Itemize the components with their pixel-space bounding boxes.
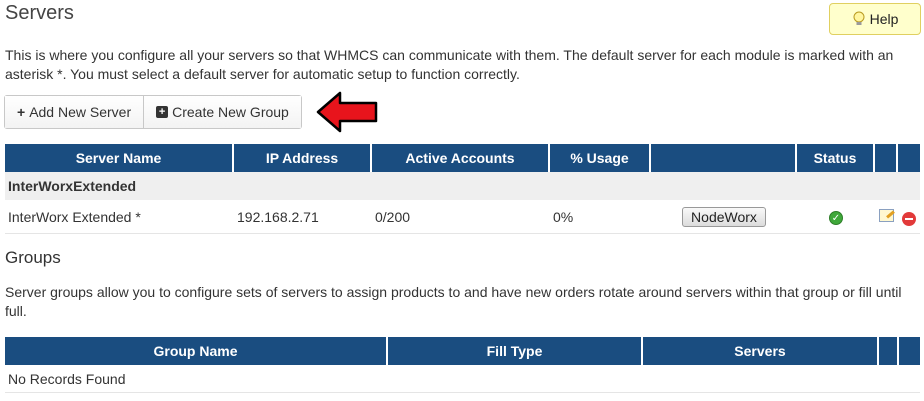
action-button-group: + Add New Server + Create New Group (4, 95, 302, 129)
col-ip-address[interactable]: IP Address (234, 144, 372, 172)
plus-icon: + (17, 104, 26, 120)
col-delete (898, 144, 920, 172)
create-new-group-label: Create New Group (172, 104, 289, 120)
page-intro: This is where you configure all your ser… (5, 47, 894, 82)
col-servers[interactable]: Servers (643, 337, 879, 365)
add-new-server-label: Add New Server (29, 104, 132, 120)
red-arrow-icon (316, 91, 378, 133)
servers-table: Server Name IP Address Active Accounts %… (5, 144, 920, 234)
edit-cell (875, 200, 898, 234)
delete-icon[interactable] (902, 212, 916, 226)
help-button[interactable]: Help (829, 3, 921, 35)
groups-intro: Server groups allow you to configure set… (5, 284, 902, 319)
server-name: InterWorx Extended * (5, 200, 234, 234)
col-active-accounts[interactable]: Active Accounts (372, 144, 550, 172)
table-row: No Records Found (5, 365, 920, 393)
col-status[interactable]: Status (797, 144, 875, 172)
groups-title: Groups (5, 248, 61, 267)
col-login (651, 144, 797, 172)
group-name: InterWorxExtended (5, 172, 920, 200)
col-usage[interactable]: % Usage (550, 144, 651, 172)
group-row: InterWorxExtended (5, 172, 920, 200)
create-new-group-button[interactable]: + Create New Group (143, 96, 301, 128)
server-usage: 0% (550, 200, 651, 234)
col-edit (875, 144, 898, 172)
groups-table: Group Name Fill Type Servers No Records … (5, 337, 920, 393)
edit-icon[interactable] (879, 208, 894, 222)
col-group-delete (899, 337, 920, 365)
help-label: Help (869, 11, 899, 27)
status-cell: ✓ (797, 200, 875, 234)
page-title: Servers (5, 2, 74, 24)
empty-message: No Records Found (5, 365, 920, 393)
login-cell: NodeWorx (651, 200, 797, 234)
table-row: InterWorx Extended * 192.168.2.71 0/200 … (5, 200, 920, 234)
nodeworx-login-button[interactable]: NodeWorx (682, 206, 766, 227)
add-new-server-button[interactable]: + Add New Server (5, 96, 144, 128)
lightbulb-icon (853, 11, 865, 25)
server-accounts: 0/200 (372, 200, 550, 234)
check-circle-icon: ✓ (829, 211, 843, 226)
delete-cell (898, 200, 920, 234)
col-fill-type[interactable]: Fill Type (388, 337, 643, 365)
col-group-name[interactable]: Group Name (5, 337, 388, 365)
server-ip: 192.168.2.71 (234, 200, 372, 234)
col-group-edit (879, 337, 899, 365)
plus-square-icon: + (156, 106, 169, 118)
col-server-name[interactable]: Server Name (5, 144, 234, 172)
